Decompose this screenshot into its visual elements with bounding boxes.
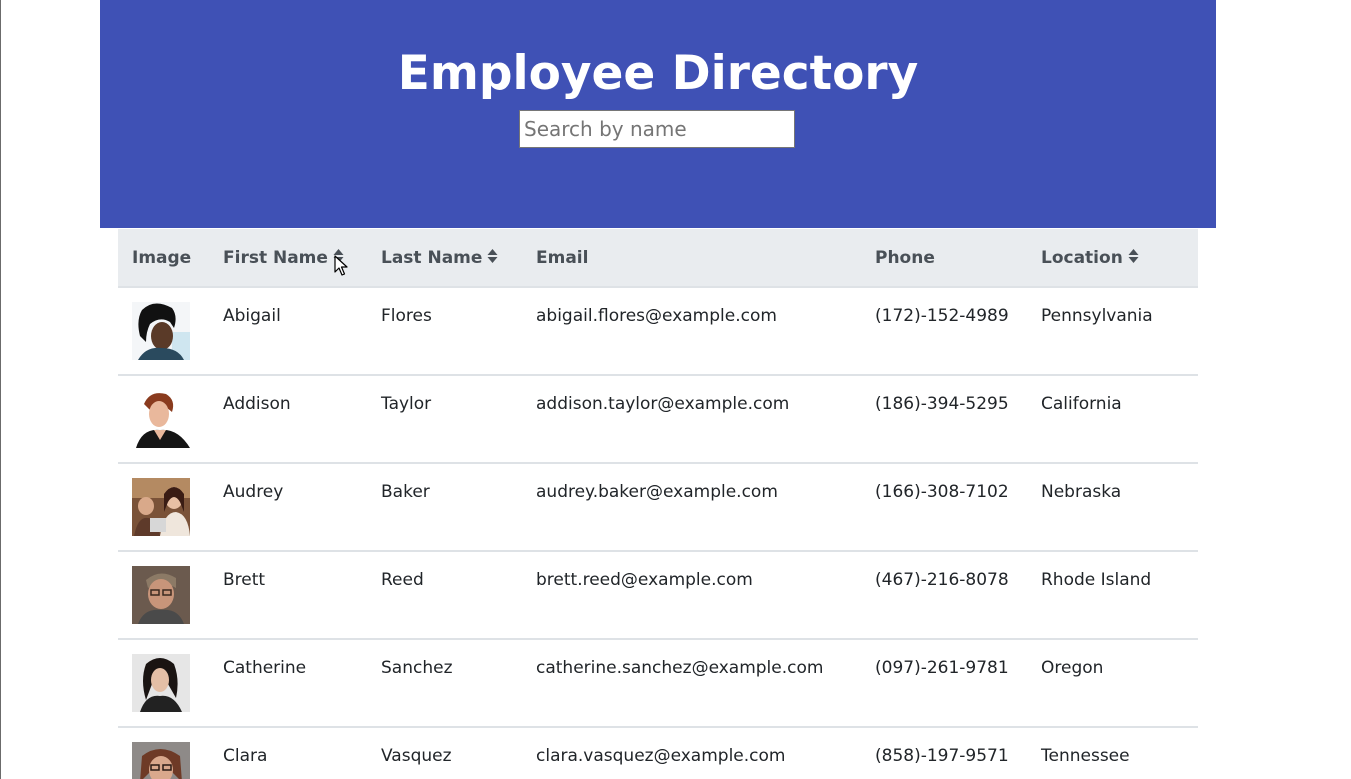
- cell-phone: (186)-394-5295: [875, 394, 1009, 414]
- avatar: [132, 302, 190, 360]
- table-row: Abigail Flores abigail.flores@example.co…: [118, 287, 1198, 375]
- cell-first-name: Addison: [223, 394, 291, 414]
- column-header-email: Email: [522, 229, 861, 288]
- table-row: Audrey Baker audrey.baker@example.com (1…: [118, 463, 1198, 551]
- page-title: Employee Directory: [397, 46, 919, 101]
- avatar-cell: [118, 375, 209, 463]
- cell-phone: (467)-216-8078: [875, 570, 1009, 590]
- table-row: Catherine Sanchez catherine.sanchez@exam…: [118, 639, 1198, 727]
- cell-phone: (097)-261-9781: [875, 658, 1009, 678]
- table-row: Brett Reed brett.reed@example.com (467)-…: [118, 551, 1198, 639]
- cell-last-name: Baker: [381, 482, 430, 502]
- cell-email: brett.reed@example.com: [536, 570, 753, 590]
- cell-location: Rhode Island: [1041, 570, 1152, 590]
- employee-table-container: Image First Name Last Name Email Phone L…: [118, 229, 1198, 779]
- cell-last-name: Taylor: [381, 394, 432, 414]
- avatar-cell: [118, 463, 209, 551]
- table-body: Abigail Flores abigail.flores@example.co…: [118, 287, 1198, 779]
- table-row: Clara Vasquez clara.vasquez@example.com …: [118, 727, 1198, 779]
- cell-first-name: Brett: [223, 570, 266, 590]
- cell-location: Pennsylvania: [1041, 306, 1153, 326]
- cell-last-name: Flores: [381, 306, 432, 326]
- cell-location: Tennessee: [1041, 746, 1130, 766]
- avatar: [132, 390, 190, 448]
- cell-email: catherine.sanchez@example.com: [536, 658, 824, 678]
- cell-location: Nebraska: [1041, 482, 1122, 502]
- avatar: [132, 566, 190, 624]
- sort-icon[interactable]: [487, 248, 498, 264]
- avatar-cell: [118, 639, 209, 727]
- avatar: [132, 478, 190, 536]
- column-header-last-name[interactable]: Last Name: [367, 229, 522, 288]
- employee-table: Image First Name Last Name Email Phone L…: [118, 229, 1198, 779]
- cell-phone: (172)-152-4989: [875, 306, 1009, 326]
- page: Employee Directory Image First Name Last…: [0, 0, 1351, 779]
- cell-phone: (858)-197-9571: [875, 746, 1009, 766]
- cell-first-name: Clara: [223, 746, 268, 766]
- cell-last-name: Reed: [381, 570, 424, 590]
- column-header-phone: Phone: [861, 229, 1027, 288]
- table-row: Addison Taylor addison.taylor@example.co…: [118, 375, 1198, 463]
- cell-email: abigail.flores@example.com: [536, 306, 777, 326]
- avatar-cell: [118, 551, 209, 639]
- cell-email: audrey.baker@example.com: [536, 482, 778, 502]
- table-header: Image First Name Last Name Email Phone L…: [118, 229, 1198, 288]
- cell-location: California: [1041, 394, 1122, 414]
- avatar: [132, 654, 190, 712]
- avatar: [132, 742, 190, 779]
- cell-location: Oregon: [1041, 658, 1104, 678]
- cell-first-name: Catherine: [223, 658, 307, 678]
- cell-email: addison.taylor@example.com: [536, 394, 790, 414]
- cell-phone: (166)-308-7102: [875, 482, 1009, 502]
- sort-icon[interactable]: [1128, 248, 1139, 264]
- cell-first-name: Abigail: [223, 306, 281, 326]
- avatar-cell: [118, 727, 209, 779]
- search-input[interactable]: [519, 110, 795, 148]
- avatar-cell: [118, 287, 209, 375]
- cell-first-name: Audrey: [223, 482, 284, 502]
- cell-last-name: Sanchez: [381, 658, 453, 678]
- column-header-image: Image: [118, 229, 209, 288]
- cell-last-name: Vasquez: [381, 746, 452, 766]
- mouse-cursor-icon: [334, 255, 348, 276]
- table-header-row: Image First Name Last Name Email Phone L…: [118, 229, 1198, 288]
- column-header-location[interactable]: Location: [1027, 229, 1198, 288]
- cell-email: clara.vasquez@example.com: [536, 746, 786, 766]
- page-header: Employee Directory: [100, 0, 1216, 228]
